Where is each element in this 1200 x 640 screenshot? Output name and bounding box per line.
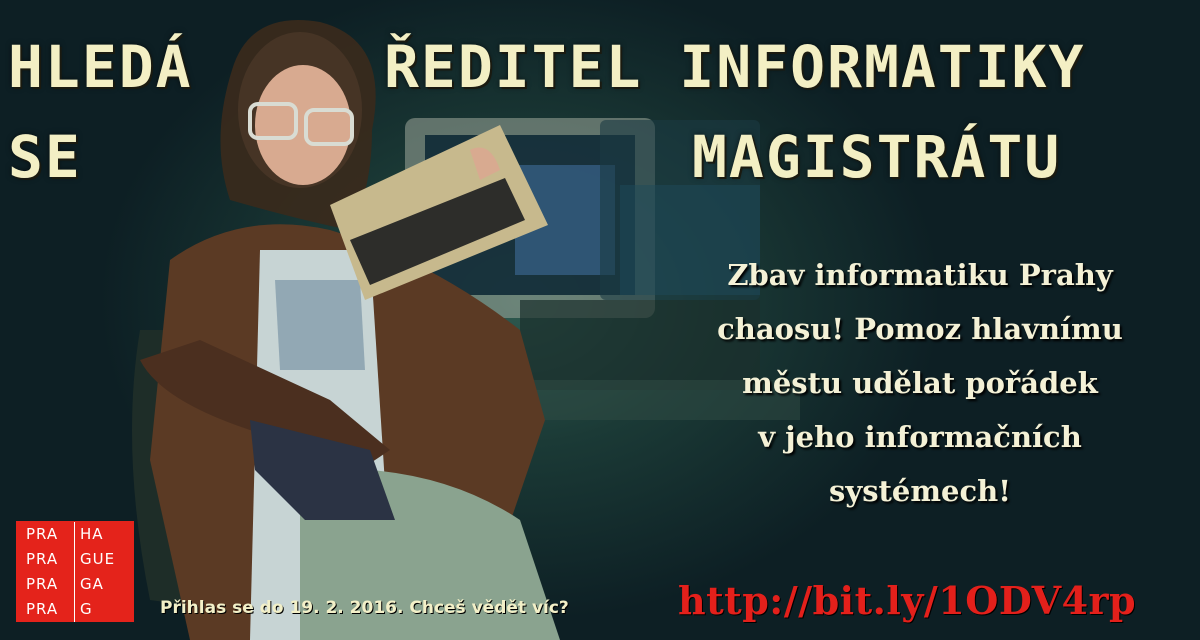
logo-text: GA xyxy=(74,571,134,597)
pitch-line: městu udělat pořádek xyxy=(742,366,1098,400)
pitch-text: Zbav informatiku Prahy chaosu! Pomoz hla… xyxy=(660,248,1180,518)
headline-se: SE xyxy=(8,123,82,191)
logo-text: PRA xyxy=(26,574,59,593)
logo-text: PRA xyxy=(26,549,59,568)
pitch-line: Zbav informatiku Prahy xyxy=(727,258,1113,292)
headline-job-title: ŘEDITEL INFORMATIKY xyxy=(384,33,1086,101)
headline-magistrátu: MAGISTRÁTU xyxy=(692,123,1062,191)
logo-text: PRA xyxy=(26,524,59,543)
pitch-line: chaosu! Pomoz hlavnímu xyxy=(717,312,1123,346)
pitch-line: v jeho informačních xyxy=(758,420,1082,454)
headline-hledá: HLEDÁ xyxy=(8,33,193,101)
pitch-line: systémech! xyxy=(829,474,1011,508)
poster: HLEDÁ SE ŘEDITEL INFORMATIKY MAGISTRÁTU … xyxy=(0,0,1200,640)
logo-text: HA xyxy=(74,521,134,547)
apply-link[interactable]: http://bit.ly/1ODV4rp xyxy=(678,578,1136,623)
logo-text: PRA xyxy=(26,599,59,618)
call-to-action: Přihlas se do 19. 2. 2016. Chceš vědět v… xyxy=(160,598,569,618)
logo-text: GUE xyxy=(74,546,134,572)
praha-logo: PRA HA PRA GUE PRA GA PRA G xyxy=(16,521,134,622)
logo-text: G xyxy=(74,596,134,622)
